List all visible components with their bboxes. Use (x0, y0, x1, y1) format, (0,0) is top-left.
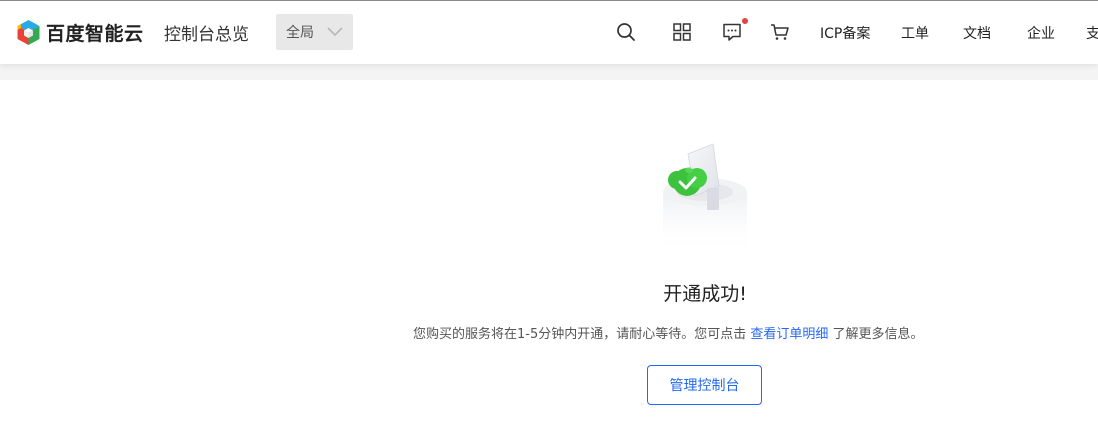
nav-link-support[interactable]: 支 (1086, 23, 1098, 43)
nav-link-docs[interactable]: 文档 (963, 23, 991, 43)
cart-icon[interactable] (769, 21, 791, 43)
console-overview-title[interactable]: 控制台总览 (164, 20, 249, 45)
top-navbar: 百度智能云 控制台总览 全局 ICP备案 工单 文档 企业 支 (0, 0, 1098, 64)
brand-name: 百度智能云 (46, 22, 144, 45)
nav-link-tickets[interactable]: 工单 (901, 23, 929, 43)
scope-select[interactable]: 全局 (276, 14, 353, 50)
nav-link-enterprise[interactable]: 企业 (1027, 23, 1055, 43)
view-order-details-link[interactable]: 查看订单明细 (750, 327, 828, 342)
success-illustration (655, 140, 755, 260)
brand-logo[interactable]: 百度智能云 (16, 18, 144, 46)
manage-console-button[interactable]: 管理控制台 (647, 365, 762, 405)
cube-logo-icon (17, 19, 40, 45)
desc-text-after: 了解更多信息。 (832, 327, 924, 342)
nav-link-icp[interactable]: ICP备案 (820, 23, 870, 43)
desc-text-before: 您购买的服务将在1-5分钟内开通，请耐心等待。您可点击 (413, 327, 747, 342)
scope-select-value: 全局 (286, 25, 314, 41)
message-icon[interactable] (721, 18, 748, 43)
unread-badge (742, 18, 748, 24)
chevron-down-icon (327, 27, 343, 37)
success-title: 开通成功! (663, 283, 747, 305)
header-shadow-band (0, 64, 1098, 80)
search-icon[interactable] (615, 21, 637, 43)
success-description: 您购买的服务将在1-5分钟内开通，请耐心等待。您可点击 查看订单明细 了解更多信… (413, 323, 1013, 342)
apps-grid-icon[interactable] (671, 21, 693, 43)
